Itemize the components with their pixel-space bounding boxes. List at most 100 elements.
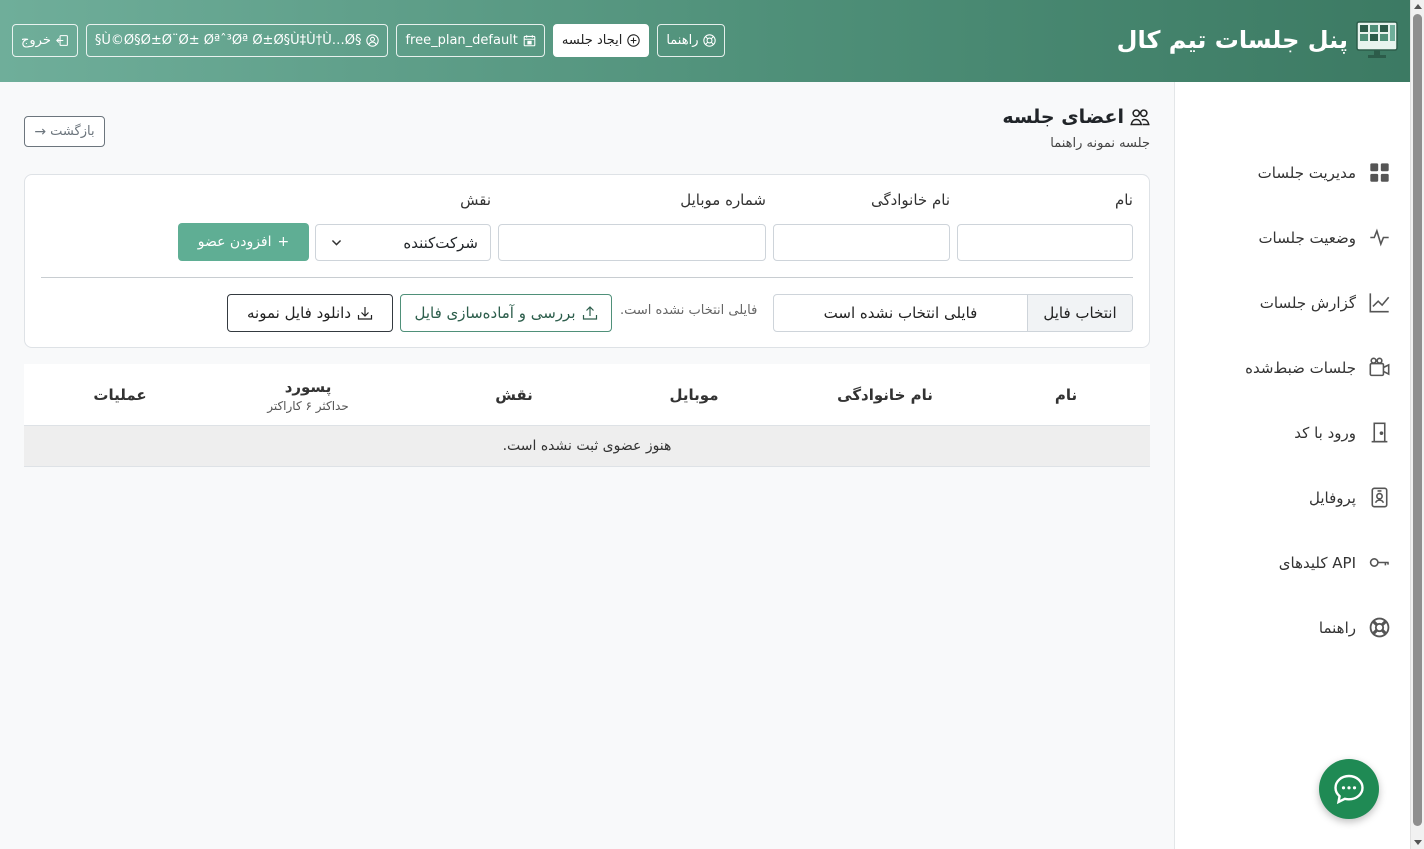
column-header-label: نام خانوادگی [837, 386, 933, 404]
table-header: نام نام خانوادگی موبایل نقش پسورد حداکثر… [24, 364, 1150, 426]
sidebar-item-recorded-sessions[interactable]: جلسات ضبط‌شده [1175, 335, 1410, 400]
sidebar-item-label: وضعیت جلسات [1258, 228, 1356, 247]
mobile-input[interactable] [498, 224, 766, 261]
sidebar-item-label: کلیدهای API [1278, 553, 1356, 572]
sidebar-item-label: گزارش جلسات [1259, 293, 1356, 312]
column-header-last-name: نام خانوادگی [824, 364, 946, 426]
person-circle-icon [366, 34, 380, 47]
door-icon [1368, 422, 1390, 444]
key-icon [1368, 552, 1390, 574]
box-arrow-left-icon [55, 35, 68, 46]
column-header-label: نام [1054, 386, 1078, 404]
brand-title: پنل جلسات تیم کال [1116, 26, 1348, 54]
activity-icon [1368, 227, 1390, 249]
download-sample-button[interactable]: دانلود فایل نمونه [227, 294, 393, 332]
create-session-label: ایجاد جلسه [561, 33, 623, 48]
guide-button[interactable]: راهنما [657, 24, 726, 57]
create-session-button[interactable]: ایجاد جلسه [552, 24, 650, 57]
plus-circle-icon [627, 34, 641, 47]
life-ring-icon [1368, 617, 1390, 639]
column-header-mobile: موبایل [644, 364, 744, 426]
mobile-label: شماره موبایل [680, 191, 766, 209]
sidebar-menu: مدیریت جلسات وضعیت جلسات گزارش جلسات جلس… [1175, 82, 1410, 660]
file-status-note: فایلی انتخاب نشده است. [620, 303, 758, 318]
role-label: نقش [460, 191, 491, 209]
chat-button[interactable] [1319, 759, 1379, 819]
add-member-label: افزودن عضو [197, 234, 272, 250]
column-header-label: موبایل [669, 386, 719, 404]
sidebar-item-label: ورود با کد [1294, 423, 1356, 442]
download-icon [357, 307, 373, 320]
sidebar-item-session-management[interactable]: مدیریت جلسات [1175, 140, 1410, 205]
column-header-label: عملیات [93, 386, 147, 404]
sidebar-item-label: راهنما [1318, 618, 1356, 637]
file-input-text: فایلی انتخاب نشده است [823, 304, 978, 322]
column-header-first-name: نام [1016, 364, 1116, 426]
chat-dots-icon [1334, 774, 1364, 805]
user-label: §Ù©Ø§Ø±Ø¨Ø± Øªˆ³Øª Ø±Ø§Ù‡Ù†Ù…Ø§ [94, 33, 362, 48]
first-name-input[interactable] [957, 224, 1133, 261]
sidebar-item-login-with-code[interactable]: ورود با کد [1175, 400, 1410, 465]
review-file-button[interactable]: بررسی و آماده‌سازی فایل [400, 294, 612, 332]
first-name-label: نام [1114, 191, 1133, 209]
page-title: اعضای جلسه [1002, 106, 1150, 128]
brand-logo-icon [1356, 21, 1398, 58]
guide-label: راهنما [666, 33, 699, 48]
calendar-lock-icon [523, 35, 536, 47]
scroll-up-arrow-icon[interactable] [1414, 4, 1422, 9]
last-name-label: نام خانوادگی [870, 191, 950, 209]
upload-icon [582, 306, 597, 320]
sidebar-item-label: مدیریت جلسات [1257, 163, 1356, 182]
brand[interactable]: پنل جلسات تیم کال [1117, 20, 1398, 60]
column-header-password: پسورد حداکثر ۶ کاراکتر [248, 364, 368, 426]
sidebar-item-api-keys[interactable]: کلیدهای API [1175, 530, 1410, 595]
sidebar-item-label: پروفایل [1309, 488, 1356, 507]
chart-line-icon [1368, 292, 1390, 314]
review-file-label: بررسی و آماده‌سازی فایل [414, 304, 576, 322]
back-label: بازگشت [50, 124, 95, 139]
empty-table-message: هنوز عضوی ثبت نشده است. [24, 426, 1150, 467]
people-icon [1130, 109, 1150, 126]
page-title-text: اعضای جلسه [1002, 106, 1124, 128]
form-divider [41, 277, 1133, 278]
column-header-label: نقش [495, 386, 533, 404]
plan-label: free_plan_default [405, 33, 518, 48]
add-member-form: نام نام خانوادگی شماره موبایل نقش شرکت‌ک… [24, 174, 1150, 348]
page-subtitle: جلسه نمونه راهنما [1050, 136, 1150, 151]
logout-button[interactable]: خروج [12, 24, 78, 57]
scrollbar-thumb[interactable] [1413, 14, 1422, 826]
column-header-role: نقش [464, 364, 564, 426]
plan-button[interactable]: free_plan_default [396, 24, 545, 57]
add-member-button[interactable]: + افزودن عضو [178, 223, 309, 261]
download-sample-label: دانلود فایل نمونه [246, 304, 352, 322]
password-hint: حداکثر ۶ کاراکتر [267, 398, 349, 413]
column-header-actions: عملیات [70, 364, 170, 426]
top-header: پنل جلسات تیم کال خروج §Ù©Ø§Ø±Ø¨Ø± Øªˆ³Ø… [0, 0, 1410, 82]
chevron-down-icon [331, 239, 342, 246]
sidebar-item-profile[interactable]: پروفایل [1175, 465, 1410, 530]
column-header-label: پسورد [284, 377, 332, 396]
file-input[interactable]: انتخاب فایل فایلی انتخاب نشده است [773, 294, 1133, 332]
camera-video-icon [1368, 357, 1390, 379]
last-name-input[interactable] [773, 224, 950, 261]
user-button[interactable]: §Ù©Ø§Ø±Ø¨Ø± Øªˆ³Øª Ø±Ø§Ù‡Ù†Ù…Ø§ [85, 24, 389, 57]
sidebar-item-guide[interactable]: راهنما [1175, 595, 1410, 660]
sidebar: مدیریت جلسات وضعیت جلسات گزارش جلسات جلس… [1174, 82, 1410, 849]
header-actions: خروج §Ù©Ø§Ø±Ø¨Ø± Øªˆ³Øª Ø±Ø§Ù‡Ù†Ù…Ø§ fre… [12, 24, 726, 57]
choose-file-button[interactable]: انتخاب فایل [1027, 295, 1132, 331]
sidebar-item-label: جلسات ضبط‌شده [1245, 358, 1356, 377]
life-ring-icon [703, 34, 717, 47]
page-scrollbar[interactable] [1410, 0, 1424, 849]
scroll-down-arrow-icon[interactable] [1414, 840, 1422, 845]
logout-label: خروج [21, 33, 51, 48]
plus-icon: + [277, 234, 290, 250]
sidebar-item-session-status[interactable]: وضعیت جلسات [1175, 205, 1410, 270]
role-select[interactable]: شرکت‌کننده [315, 224, 491, 261]
grid-icon [1368, 162, 1390, 184]
role-selected-value: شرکت‌کننده [403, 233, 478, 252]
person-badge-icon [1368, 487, 1390, 509]
back-button[interactable]: بازگشت → [24, 116, 105, 147]
arrow-right-icon: → [34, 123, 47, 140]
members-table: نام نام خانوادگی موبایل نقش پسورد حداکثر… [24, 364, 1150, 467]
sidebar-item-session-report[interactable]: گزارش جلسات [1175, 270, 1410, 335]
